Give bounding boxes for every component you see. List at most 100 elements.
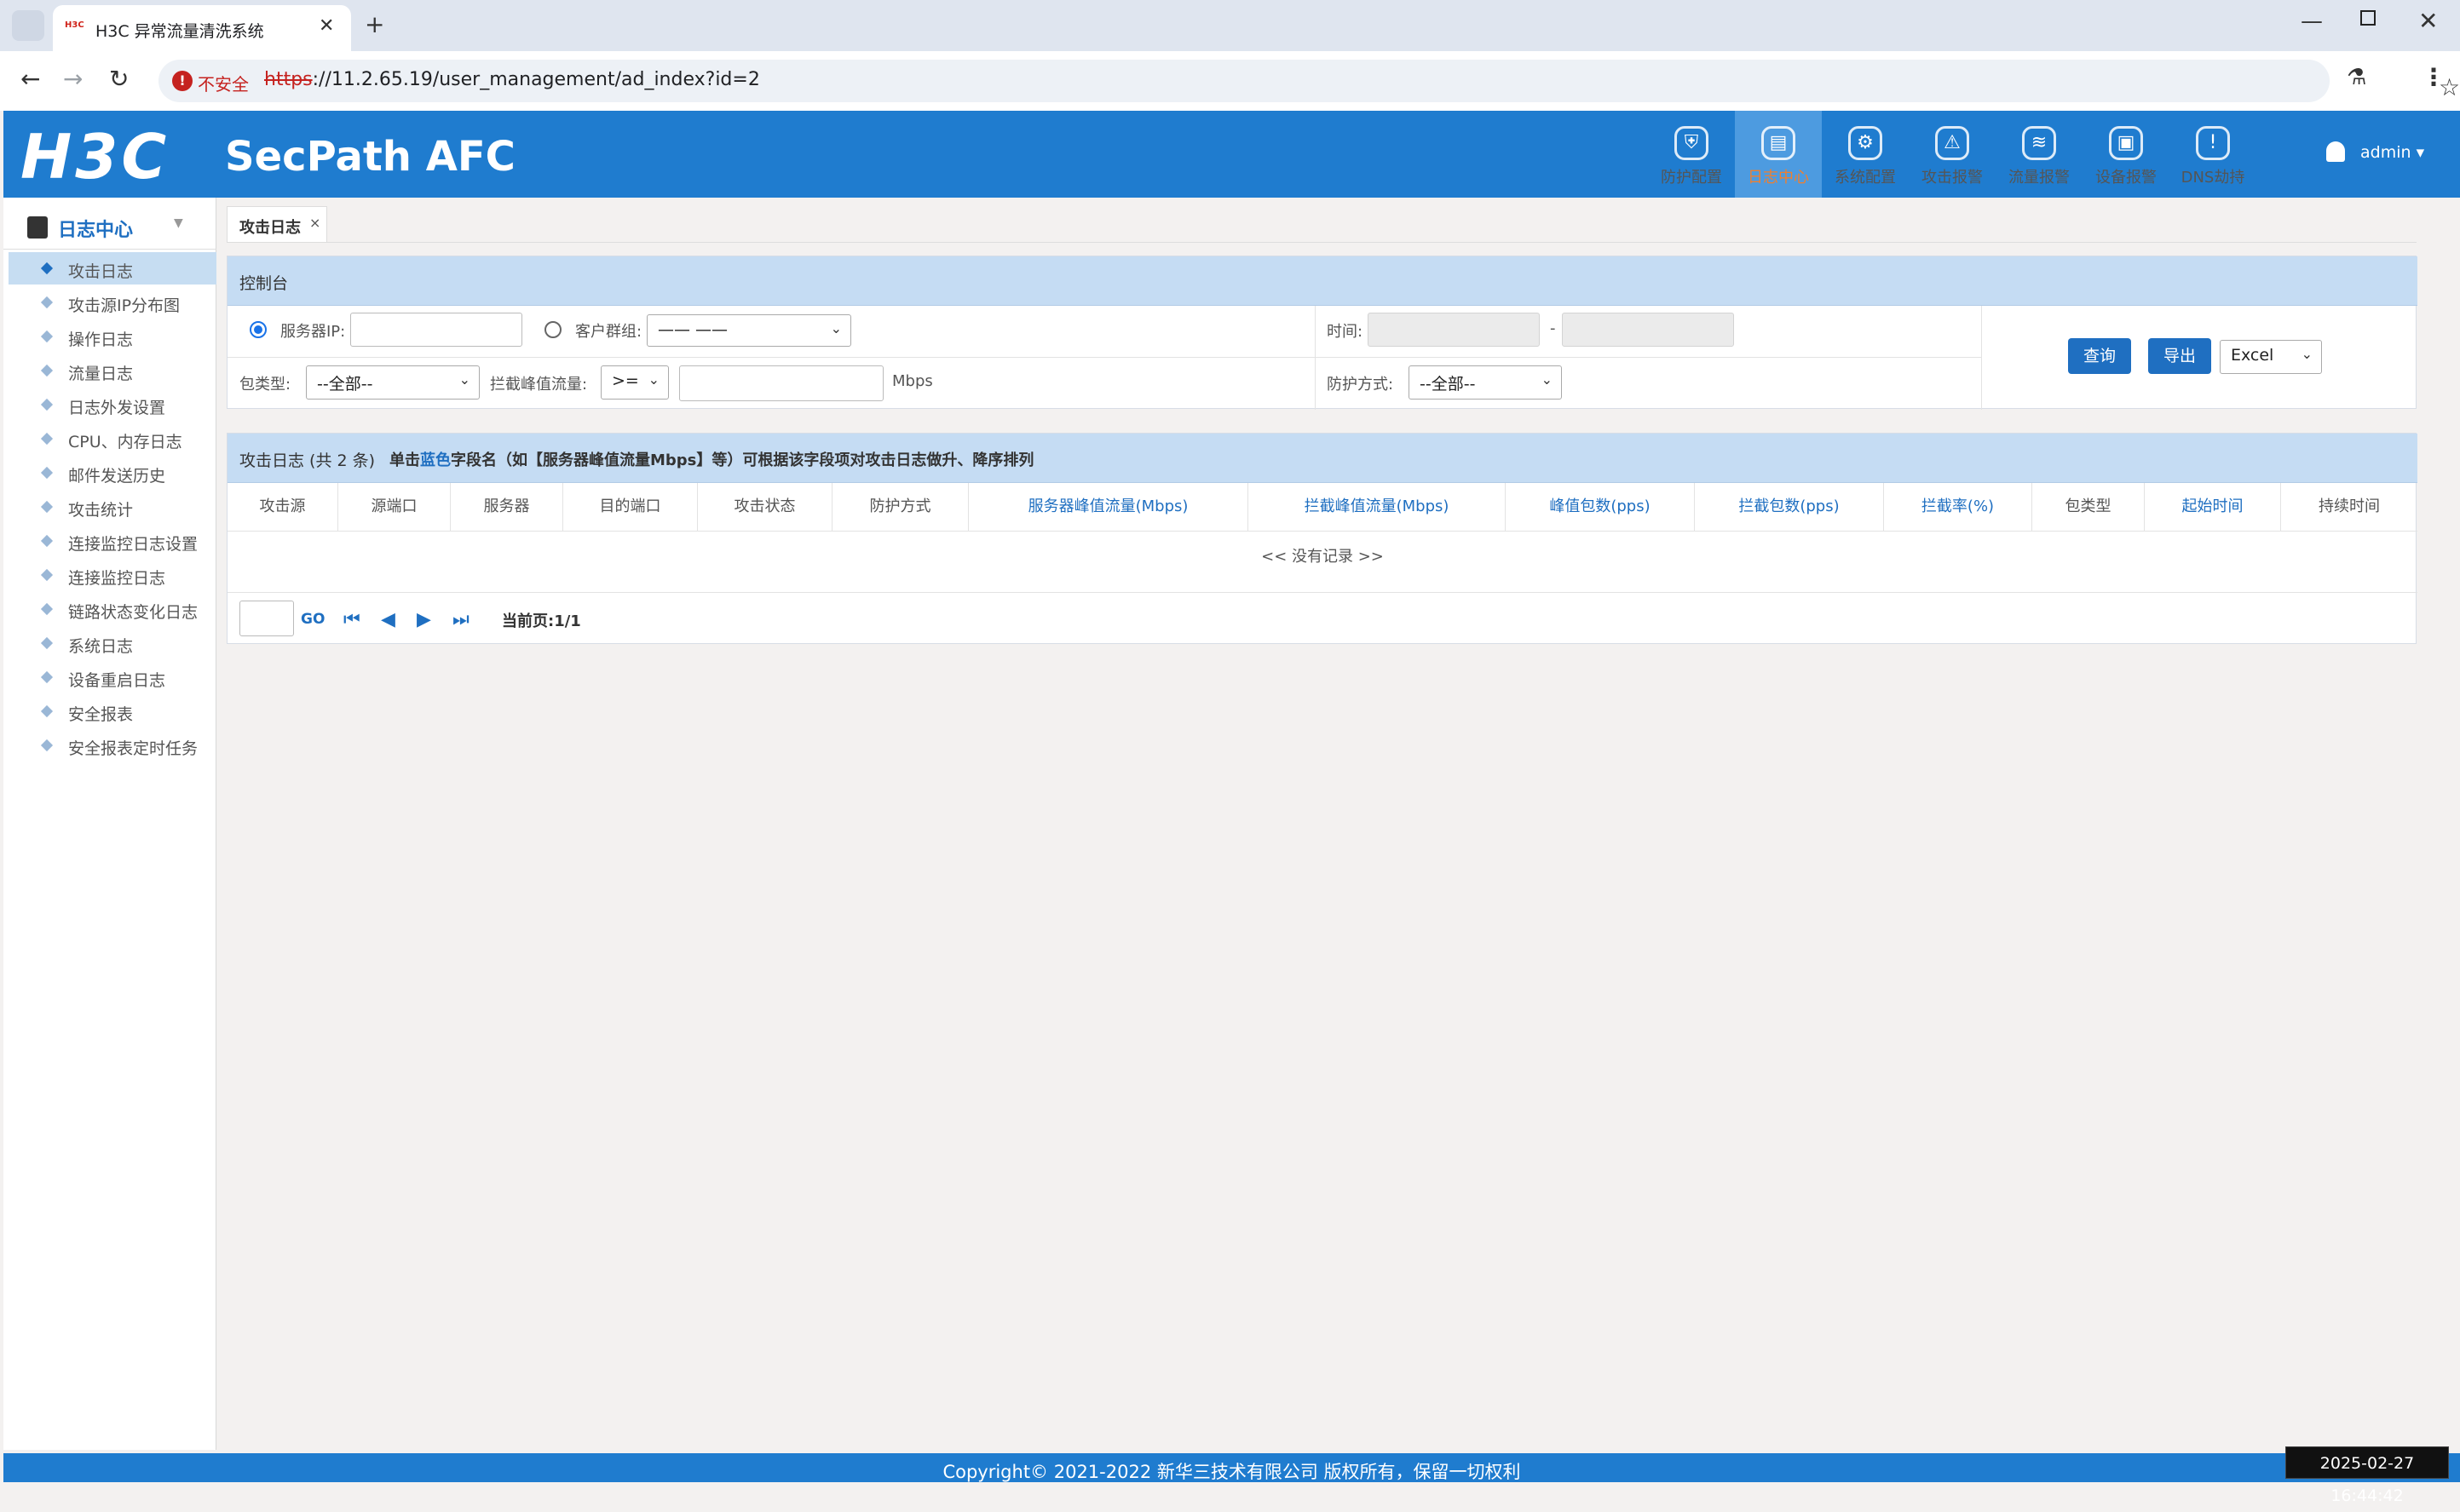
last-page-icon[interactable]: ⏭ — [452, 609, 470, 630]
sidebar-item-label: CPU、内存日志 — [68, 433, 182, 451]
next-page-icon[interactable]: ▶ — [417, 609, 431, 630]
nav-system-config[interactable]: ⚙ 系统配置 — [1822, 111, 1909, 198]
prev-page-icon[interactable]: ◀ — [381, 609, 395, 630]
nav-log-center[interactable]: ▤ 日志中心 — [1735, 111, 1822, 198]
block-peak-input[interactable] — [679, 365, 884, 401]
col-block-peak-mbps[interactable]: 拦截峰值流量(Mbps) — [1248, 483, 1506, 531]
sidebar-item-label: 安全报表定时任务 — [68, 739, 199, 758]
diamond-icon — [40, 602, 54, 616]
divider — [3, 249, 216, 250]
labs-flask-icon[interactable]: ⚗ — [2347, 65, 2366, 90]
sidebar-item-attack-log[interactable]: 攻击日志 — [9, 252, 216, 285]
browser-tab[interactable]: H3C H3C 异常流量清洗系统 ✕ — [53, 5, 351, 51]
browser-toolbar: ← → ↻ ! 不安全 https://11.2.65.19/user_mana… — [0, 51, 2460, 111]
tab-close-icon[interactable]: ✕ — [319, 15, 334, 37]
forward-icon[interactable]: → — [63, 65, 83, 93]
col-packet-type: 包类型 — [2032, 483, 2145, 531]
sidebar-item-conn-monitor-settings[interactable]: 连接监控日志设置 — [9, 525, 216, 557]
packet-type-select[interactable]: --全部-- ⌄ — [306, 365, 480, 400]
export-button[interactable]: 导出 — [2148, 338, 2211, 374]
alarm-icon: ⚠ — [1935, 126, 1969, 160]
hint-blue-word: 蓝色 — [420, 451, 451, 469]
export-format-value: Excel — [2231, 346, 2274, 365]
nav-attack-alarm[interactable]: ⚠ 攻击报警 — [1909, 111, 1996, 198]
window-minimize-button[interactable]: — — [2301, 9, 2323, 34]
sidebar-item-attack-stats[interactable]: 攻击统计 — [9, 491, 216, 523]
sidebar-item-system-log[interactable]: 系统日志 — [9, 627, 216, 659]
sidebar-item-label: 安全报表 — [68, 705, 134, 724]
browser-menu-icon[interactable]: ⋮ — [2422, 63, 2446, 91]
sidebar-item-operation-log[interactable]: 操作日志 — [9, 320, 216, 353]
sidebar-item-label: 连接监控日志 — [68, 569, 166, 588]
operator-select[interactable]: >= ⌄ — [601, 365, 669, 400]
empty-records-message: << 没有记录 >> — [1261, 548, 1384, 566]
sidebar-item-reboot-log[interactable]: 设备重启日志 — [9, 661, 216, 693]
export-format-select[interactable]: Excel ⌄ — [2220, 340, 2322, 374]
nav-protection-config[interactable]: ⛨ 防护配置 — [1648, 111, 1735, 198]
user-menu[interactable]: admin ▾ — [2360, 143, 2424, 162]
sidebar-item-report-schedule[interactable]: 安全报表定时任务 — [9, 729, 216, 762]
nav-label: 日志中心 — [1748, 169, 1809, 187]
nav-label: 攻击报警 — [1921, 169, 1983, 187]
protect-mode-select[interactable]: --全部-- ⌄ — [1409, 365, 1562, 400]
divider — [1315, 306, 1316, 410]
server-ip-input[interactable] — [350, 313, 522, 347]
col-server-peak-mbps[interactable]: 服务器峰值流量(Mbps) — [969, 483, 1248, 531]
time-separator: - — [1550, 319, 1556, 337]
nav-dns-hijack[interactable]: ! DNS劫持 — [2169, 111, 2256, 198]
customer-group-radio[interactable] — [544, 321, 562, 338]
sidebar-item-label: 攻击日志 — [68, 262, 134, 281]
first-page-icon[interactable]: ⏮ — [343, 609, 360, 630]
col-dest-port: 目的端口 — [563, 483, 698, 531]
sidebar-item-label: 链路状态变化日志 — [68, 603, 199, 622]
address-bar[interactable]: ! 不安全 https://11.2.65.19/user_management… — [158, 60, 2460, 102]
end-time-input[interactable] — [1562, 313, 1734, 347]
col-block-pps[interactable]: 拦截包数(pps) — [1695, 483, 1884, 531]
sidebar-item-mail-history[interactable]: 邮件发送历史 — [9, 457, 216, 489]
not-secure-label[interactable]: 不安全 — [198, 71, 249, 95]
collapse-arrow-icon[interactable]: ▼ — [174, 216, 183, 230]
nav-traffic-alarm[interactable]: ≋ 流量报警 — [1996, 111, 2083, 198]
content-tab-attack-log[interactable]: 攻击日志 × — [227, 206, 327, 242]
col-peak-pps[interactable]: 峰值包数(pps) — [1506, 483, 1695, 531]
browser-tab-bar: H3C H3C 异常流量清洗系统 ✕ + — ✕ — [0, 0, 2460, 51]
diamond-icon — [40, 262, 54, 275]
window-maximize-button[interactable] — [2360, 10, 2376, 26]
new-tab-button[interactable]: + — [365, 10, 384, 38]
sidebar-item-conn-monitor-log[interactable]: 连接监控日志 — [9, 559, 216, 591]
start-time-input[interactable] — [1368, 313, 1540, 347]
col-block-rate[interactable]: 拦截率(%) — [1884, 483, 2032, 531]
sidebar-item-attack-ip-map[interactable]: 攻击源IP分布图 — [9, 286, 216, 319]
col-start-time[interactable]: 起始时间 — [2145, 483, 2281, 531]
contact-book-icon — [27, 216, 48, 239]
url-text[interactable]: https://11.2.65.19/user_management/ad_in… — [264, 69, 760, 90]
sidebar: 日志中心 ▼ 攻击日志 攻击源IP分布图 操作日志 流量日志 日志外发设置 CP… — [3, 198, 216, 1450]
tab-search-button[interactable] — [12, 10, 44, 41]
go-button[interactable]: GO — [301, 611, 325, 628]
server-ip-radio[interactable] — [250, 321, 267, 338]
protect-mode-label: 防护方式: — [1327, 376, 1394, 394]
user-icon[interactable] — [2326, 141, 2345, 162]
diamond-icon — [40, 670, 54, 684]
sidebar-item-security-report[interactable]: 安全报表 — [9, 695, 216, 727]
copyright-text: Copyright© 2021-2022 新华三技术有限公司 版权所有，保留一切… — [942, 1462, 1521, 1482]
page-number-input[interactable] — [239, 601, 294, 636]
nav-device-alarm[interactable]: ▣ 设备报警 — [2083, 111, 2169, 198]
packet-type-value: --全部-- — [317, 375, 373, 394]
customer-group-select[interactable]: —— —— ⌄ — [647, 314, 851, 347]
back-icon[interactable]: ← — [20, 65, 40, 93]
sidebar-item-traffic-log[interactable]: 流量日志 — [9, 354, 216, 387]
window-close-button[interactable]: ✕ — [2418, 7, 2438, 35]
sidebar-item-cpu-memory-log[interactable]: CPU、内存日志 — [9, 423, 216, 455]
traffic-alarm-icon: ≋ — [2022, 126, 2056, 160]
console-panel: 控制台 服务器IP: 客户群组: —— —— ⌄ 时间: - 包类型: --全部-… — [227, 256, 2417, 410]
sidebar-item-link-state-log[interactable]: 链路状态变化日志 — [9, 593, 216, 625]
not-secure-icon[interactable]: ! — [172, 71, 193, 91]
sidebar-item-label: 攻击统计 — [68, 501, 134, 520]
reload-icon[interactable]: ↻ — [109, 65, 129, 93]
sidebar-title[interactable]: 日志中心 — [58, 215, 133, 242]
query-button[interactable]: 查询 — [2068, 338, 2131, 374]
diamond-icon — [40, 364, 54, 377]
sidebar-item-log-export[interactable]: 日志外发设置 — [9, 388, 216, 421]
close-icon[interactable]: × — [309, 215, 320, 231]
